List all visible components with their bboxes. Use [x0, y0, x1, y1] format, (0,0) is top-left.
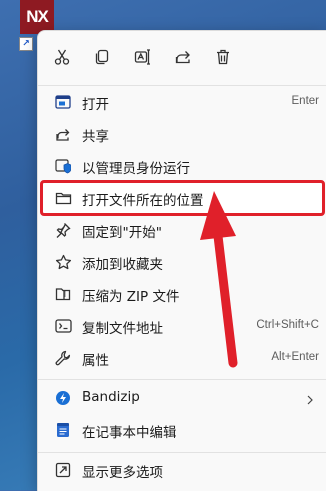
- menu-item-open[interactable]: 打开 Enter: [42, 86, 323, 118]
- menu-item-label: 显示更多选项: [82, 465, 163, 481]
- menu-item-label: Bandizip: [82, 389, 140, 405]
- menu-item-add-to-favorites[interactable]: 添加到收藏夹: [42, 246, 323, 278]
- menu-item-label: 共享: [82, 129, 109, 145]
- menu-item-properties[interactable]: 属性 Alt+Enter: [42, 342, 323, 374]
- menu-item-bandizip[interactable]: Bandizip: [42, 382, 323, 414]
- admin-shield-icon: [54, 157, 72, 175]
- menu-item-run-as-admin[interactable]: 以管理员身份运行: [42, 150, 323, 182]
- menu-item-show-more-options[interactable]: 显示更多选项: [42, 454, 323, 486]
- pin-icon: [54, 221, 72, 239]
- rename-icon: [134, 49, 150, 65]
- bandizip-icon: [54, 389, 72, 407]
- menu-divider: [38, 452, 326, 453]
- notepad-icon: [54, 421, 72, 439]
- menu-item-label: 固定到"开始": [82, 225, 162, 241]
- menu-item-label: 在记事本中编辑: [82, 425, 177, 441]
- menu-item-label: 复制文件地址: [82, 321, 163, 337]
- folder-icon: [54, 189, 72, 207]
- shortcut-arrow-icon: ↗: [19, 37, 33, 51]
- copy-icon: [95, 49, 109, 65]
- menu-item-shortcut: Enter: [291, 95, 320, 107]
- zip-icon: [54, 285, 72, 303]
- copy-button[interactable]: [88, 43, 116, 71]
- menu-divider: [38, 379, 326, 380]
- menu-item-label: 属性: [82, 353, 109, 369]
- app-window-icon: [54, 93, 72, 111]
- menu-item-label: 打开: [82, 97, 109, 113]
- menu-item-compress-zip[interactable]: 压缩为 ZIP 文件: [42, 278, 323, 310]
- menu-item-label: 打开文件所在的位置: [82, 193, 204, 209]
- menu-item-copy-path[interactable]: 复制文件地址 Ctrl+Shift+C: [42, 310, 323, 342]
- delete-icon: [217, 49, 229, 65]
- copy-path-icon: [54, 317, 72, 335]
- nx-logo: NX: [20, 0, 54, 34]
- menu-item-share[interactable]: 共享: [42, 118, 323, 150]
- menu-item-open-file-location[interactable]: 打开文件所在的位置: [40, 180, 325, 216]
- cut-icon: [54, 49, 70, 65]
- context-menu: 打开 Enter 共享 以管理员身份运行 打开文件所在的位置 固定到"开始" 添…: [37, 30, 326, 491]
- share-icon: [175, 51, 190, 64]
- menu-item-pin-to-start[interactable]: 固定到"开始": [42, 214, 323, 246]
- share-icon: [54, 125, 72, 143]
- menu-item-edit-in-notepad[interactable]: 在记事本中编辑: [42, 414, 323, 446]
- delete-button[interactable]: [209, 43, 237, 71]
- more-options-icon: [54, 461, 72, 479]
- share-button[interactable]: [169, 43, 197, 71]
- rename-button[interactable]: [129, 43, 157, 71]
- menu-item-shortcut: Alt+Enter: [271, 351, 319, 363]
- menu-item-shortcut: Ctrl+Shift+C: [256, 319, 319, 331]
- wrench-icon: [54, 349, 72, 367]
- chevron-right-icon: [305, 391, 315, 410]
- context-menu-toolbar: [38, 31, 326, 85]
- menu-item-label: 压缩为 ZIP 文件: [82, 289, 180, 305]
- star-icon: [54, 253, 72, 271]
- cut-button[interactable]: [48, 43, 76, 71]
- menu-item-label: 以管理员身份运行: [82, 161, 190, 177]
- menu-item-label: 添加到收藏夹: [82, 257, 163, 273]
